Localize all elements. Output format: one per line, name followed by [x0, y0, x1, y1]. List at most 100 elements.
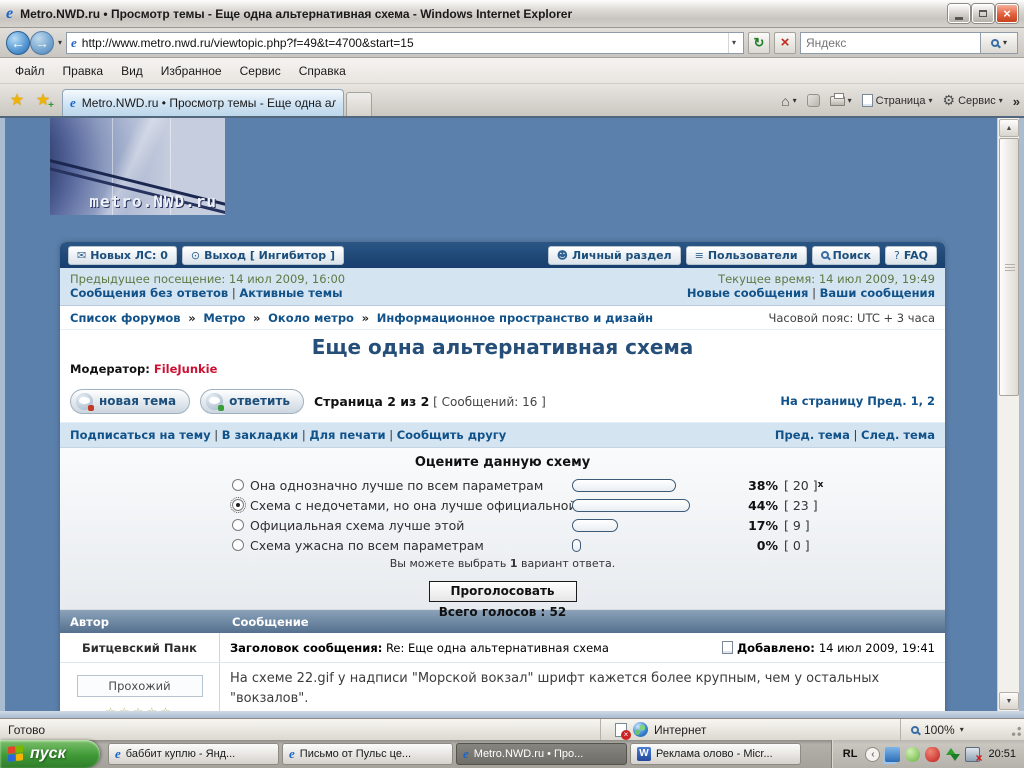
- breadcrumb-metro[interactable]: Метро: [203, 311, 245, 325]
- ie-icon: e: [463, 746, 469, 762]
- ie-icon: e: [115, 746, 121, 762]
- clock: 20:51: [988, 748, 1016, 760]
- feeds-button[interactable]: [807, 94, 820, 107]
- zoom-control[interactable]: 100% ▾: [900, 719, 1008, 740]
- post-subject: Re: Еще одна альтернативная схема: [386, 641, 609, 655]
- start-button[interactable]: пуск: [0, 740, 100, 768]
- unanswered-posts-link[interactable]: Сообщения без ответов: [70, 286, 228, 300]
- previous-topic-link[interactable]: Пред. тема: [775, 428, 850, 442]
- question-icon: ?: [894, 249, 900, 262]
- nav-logout[interactable]: ⊙Выход [ Ингибитор ]: [182, 246, 344, 265]
- reply-icon: [206, 393, 223, 410]
- nav-members[interactable]: ≡Пользователи: [686, 246, 807, 265]
- search-input[interactable]: [800, 32, 980, 54]
- new-topic-button[interactable]: новая тема: [70, 389, 190, 414]
- zoom-level: 100%: [924, 723, 955, 737]
- post-author-name[interactable]: Битцевский Панк: [60, 633, 220, 662]
- scrollbar-thumb[interactable]: [999, 138, 1019, 396]
- favorites-button[interactable]: ★: [4, 87, 30, 113]
- poll-radio[interactable]: [232, 539, 244, 551]
- taskbar-task-3-active[interactable]: e Metro.NWD.ru • Про...: [456, 743, 627, 765]
- nav-private-messages[interactable]: ✉Новых ЛС: 0: [68, 246, 177, 265]
- nav-faq[interactable]: ?FAQ: [885, 246, 937, 265]
- poll-radio[interactable]: [232, 479, 244, 491]
- active-topics-link[interactable]: Активные темы: [239, 286, 342, 300]
- gear-icon: ⚙: [943, 92, 956, 109]
- previous-visit: Предыдущее посещение: 14 июл 2009, 16:00: [70, 272, 345, 286]
- menu-help[interactable]: Справка: [290, 60, 355, 82]
- next-topic-link[interactable]: След. тема: [861, 428, 935, 442]
- email-friend-link[interactable]: Сообщить другу: [397, 428, 507, 442]
- disconnected-icon[interactable]: [965, 747, 980, 762]
- tray-collapse-icon[interactable]: ‹: [865, 747, 880, 762]
- forum-navbar: ✉Новых ЛС: 0 ⊙Выход [ Ингибитор ] ☻Личны…: [60, 242, 945, 268]
- network-icon[interactable]: [885, 747, 900, 762]
- moderator-name-link[interactable]: FileJunkie: [154, 362, 218, 376]
- window-frame-right: [1019, 118, 1024, 711]
- browser-viewport: metro.NWD.ru ✉Новых ЛС: 0 ⊙Выход [ Ингиб…: [0, 118, 1024, 711]
- your-posts-link[interactable]: Ваши сообщения: [820, 286, 935, 300]
- new-tab-stub[interactable]: [346, 92, 372, 116]
- reply-button[interactable]: ответить: [200, 389, 304, 414]
- add-favorite-button[interactable]: ★+: [30, 87, 56, 113]
- print-view-link[interactable]: Для печати: [309, 428, 385, 442]
- menu-tools[interactable]: Сервис: [231, 60, 290, 82]
- zone-label: Интернет: [654, 723, 706, 737]
- scroll-down-button[interactable]: ▼: [999, 692, 1019, 710]
- breadcrumb-about-metro[interactable]: Около метро: [268, 311, 354, 325]
- refresh-button[interactable]: ↻: [748, 32, 770, 54]
- subscribe-link[interactable]: Подписаться на тему: [70, 428, 211, 442]
- menu-favorites[interactable]: Избранное: [152, 60, 231, 82]
- tab-active[interactable]: e Metro.NWD.ru • Просмотр темы - Еще одн…: [62, 89, 344, 116]
- history-dropdown-icon[interactable]: ▾: [58, 38, 62, 47]
- stop-button[interactable]: ×: [774, 32, 796, 54]
- language-indicator[interactable]: RL: [840, 747, 861, 761]
- page-menu-button[interactable]: Страница▾: [862, 94, 933, 107]
- resize-grip[interactable]: [1008, 723, 1022, 737]
- menu-view[interactable]: Вид: [112, 60, 152, 82]
- address-bar: ← → ▾ e http://www.metro.nwd.ru/viewtopi…: [0, 28, 1024, 58]
- vote-button[interactable]: Проголосовать: [429, 581, 577, 602]
- breadcrumb-forum[interactable]: Информационное пространство и дизайн: [377, 311, 653, 325]
- bookmark-link[interactable]: В закладки: [222, 428, 298, 442]
- restore-button[interactable]: [972, 4, 994, 23]
- toolbar-overflow-icon[interactable]: »: [1013, 94, 1020, 109]
- search-dropdown-icon[interactable]: ▾: [1003, 38, 1007, 47]
- taskbar-task-4[interactable]: W Реклама олово - Micr...: [630, 743, 801, 765]
- close-button[interactable]: ×: [996, 4, 1018, 23]
- nav-search[interactable]: Поиск: [812, 246, 880, 265]
- address-dropdown-icon[interactable]: ▾: [728, 33, 739, 53]
- menu-file[interactable]: Файл: [6, 60, 54, 82]
- tools-menu-button[interactable]: ⚙Сервис▾: [943, 92, 1003, 109]
- taskbar-task-2[interactable]: e Письмо от Пульс це...: [282, 743, 453, 765]
- nav-user-control-panel[interactable]: ☻Личный раздел: [548, 246, 681, 265]
- scroll-up-button[interactable]: ▲: [999, 119, 1019, 137]
- taskbar: пуск e баббит куплю - Янд... e Письмо от…: [0, 740, 1024, 768]
- url-text[interactable]: http://www.metro.nwd.ru/viewtopic.php?f=…: [82, 36, 723, 50]
- menu-edit[interactable]: Правка: [54, 60, 113, 82]
- poll-title: Оцените данную схему: [60, 455, 945, 475]
- antivirus-icon[interactable]: [905, 747, 920, 762]
- topic-links-strip: Подписаться на тему | В закладки | Для п…: [60, 422, 945, 448]
- pagination[interactable]: На страницу Пред. 1, 2: [780, 394, 935, 408]
- session-info-strip: Предыдущее посещение: 14 июл 2009, 16:00…: [60, 268, 945, 306]
- poll-radio-selected[interactable]: [232, 499, 244, 511]
- address-field[interactable]: e http://www.metro.nwd.ru/viewtopic.php?…: [66, 32, 744, 54]
- taskbar-task-1[interactable]: e баббит куплю - Янд...: [108, 743, 279, 765]
- home-button[interactable]: ⌂▾: [781, 93, 796, 109]
- new-posts-link[interactable]: Новые сообщения: [687, 286, 809, 300]
- breadcrumb-board-index[interactable]: Список форумов: [70, 311, 181, 325]
- search-button[interactable]: ▾: [980, 32, 1018, 54]
- print-button[interactable]: ▾: [830, 96, 852, 106]
- minimize-button[interactable]: [948, 4, 970, 23]
- ati-icon[interactable]: [925, 747, 940, 762]
- post-header-row: Битцевский Панк Заголовок сообщения: Re:…: [60, 633, 945, 663]
- status-text: Готово: [0, 723, 600, 737]
- internet-zone-icon: [633, 722, 648, 737]
- vertical-scrollbar[interactable]: ▲ ▼: [997, 118, 1019, 711]
- traffic-icon[interactable]: [945, 747, 960, 762]
- forward-button[interactable]: →: [30, 31, 54, 55]
- back-button[interactable]: ←: [6, 31, 30, 55]
- site-logo-image[interactable]: metro.NWD.ru: [50, 118, 225, 215]
- poll-radio[interactable]: [232, 519, 244, 531]
